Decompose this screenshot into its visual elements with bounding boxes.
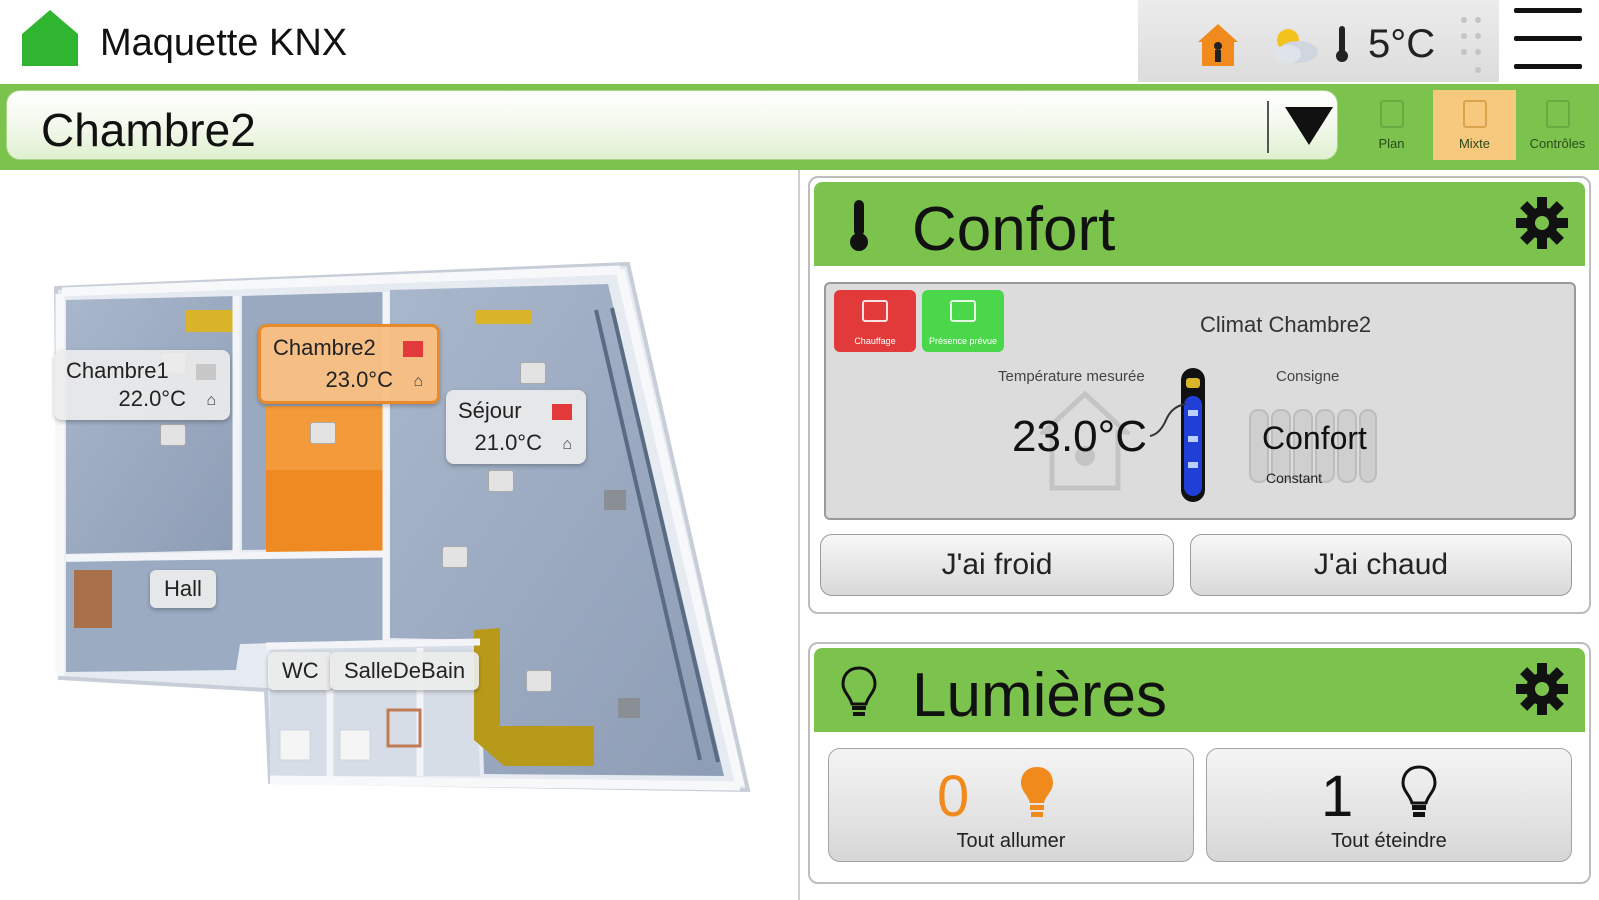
lights-off-count: 1 bbox=[1321, 764, 1354, 829]
presence-icon bbox=[950, 300, 976, 322]
cold-button[interactable]: J'ai froid bbox=[820, 534, 1174, 596]
room-tag-salle-de-bain[interactable]: SalleDeBain bbox=[330, 652, 480, 690]
app-title: Maquette KNX bbox=[100, 22, 348, 64]
measured-temperature-value: 23.0°C bbox=[1012, 412, 1148, 461]
menu-bar-icon bbox=[1514, 8, 1582, 13]
lumieres-title: Lumières bbox=[912, 661, 1167, 730]
menu-bar-icon bbox=[1514, 36, 1582, 41]
top-bar: Maquette KNX 5°C bbox=[0, 0, 1599, 86]
light-switch-sejour-a[interactable] bbox=[520, 362, 546, 384]
mode-label: Présence prévue bbox=[928, 336, 998, 346]
tab-label: Plan bbox=[1378, 136, 1405, 151]
heating-status-indicator bbox=[552, 404, 572, 420]
light-bulb-icon bbox=[841, 666, 877, 716]
lumieres-header: Lumières bbox=[814, 648, 1585, 732]
room-selector-row: Chambre2 Plan Mixte Contrôles bbox=[0, 84, 1599, 170]
presence-mode-button[interactable]: Présence prévue bbox=[922, 290, 1004, 352]
setpoint-value: Confort bbox=[1262, 420, 1367, 456]
home-mode-icon: ⌂ bbox=[413, 373, 423, 390]
home-logo-icon[interactable] bbox=[20, 8, 80, 68]
hamburger-menu-button[interactable] bbox=[1508, 4, 1588, 76]
confort-widget: Confort Chauffage Présence prévue Climat… bbox=[808, 176, 1591, 614]
room-tag-temperature: 21.0°C bbox=[474, 430, 542, 455]
light-switch-sejour-b[interactable] bbox=[488, 470, 514, 492]
room-tag-sejour[interactable]: Séjour 21.0°C ⌂ bbox=[446, 390, 586, 464]
heating-mode-button[interactable]: Chauffage bbox=[834, 290, 916, 352]
floor-plan-3d[interactable] bbox=[0, 170, 800, 900]
light-switch-sejour-d[interactable] bbox=[526, 670, 552, 692]
floor-plan-panel: Chambre1 22.0°C ⌂ Chambre2 23.0°C ⌂ Séjo… bbox=[0, 170, 800, 900]
home-mode-icon: ⌂ bbox=[562, 436, 572, 453]
weather-icon[interactable] bbox=[1268, 22, 1320, 68]
mode-label: Chauffage bbox=[854, 336, 896, 346]
lights-on-count: 0 bbox=[937, 764, 970, 829]
room-tag-name: Chambre2 bbox=[273, 335, 376, 360]
room-tag-temperature: 22.0°C bbox=[118, 386, 186, 411]
light-switch-chambre1-b[interactable] bbox=[160, 424, 186, 446]
radiator-icon bbox=[862, 300, 888, 322]
hot-button[interactable]: J'ai chaud bbox=[1190, 534, 1572, 596]
tab-plan[interactable]: Plan bbox=[1350, 90, 1433, 160]
room-tag-chambre1[interactable]: Chambre1 22.0°C ⌂ bbox=[54, 350, 230, 420]
light-switch-chambre2[interactable] bbox=[310, 422, 336, 444]
all-lights-on-label: Tout allumer bbox=[956, 830, 1066, 852]
plan-view-icon bbox=[1380, 100, 1404, 128]
room-tag-name: Séjour bbox=[458, 398, 522, 423]
menu-bar-icon bbox=[1514, 64, 1582, 69]
outside-temperature: 5°C bbox=[1368, 22, 1436, 66]
dropdown-divider bbox=[1267, 101, 1269, 153]
settings-gear-icon[interactable] bbox=[1515, 196, 1569, 250]
room-tag-hall[interactable]: Hall bbox=[150, 570, 216, 608]
thermometer-icon bbox=[1336, 26, 1348, 62]
climat-panel[interactable]: Chauffage Présence prévue Climat Chambre… bbox=[824, 282, 1576, 520]
selected-room-name: Chambre2 bbox=[41, 104, 256, 156]
mixed-view-icon bbox=[1463, 100, 1487, 128]
tab-mixte[interactable]: Mixte bbox=[1433, 90, 1516, 160]
lumieres-widget: Lumières 0 Tout allumer 1 Tout éteindre bbox=[808, 642, 1591, 884]
climat-name: Climat Chambre2 bbox=[1200, 312, 1372, 337]
heating-status-indicator bbox=[196, 364, 216, 380]
room-tag-chambre2[interactable]: Chambre2 23.0°C ⌂ bbox=[258, 324, 440, 404]
room-dropdown[interactable]: Chambre2 bbox=[6, 90, 1338, 160]
indicator-line bbox=[1149, 403, 1187, 437]
room-tag-name: Chambre1 bbox=[66, 358, 169, 383]
all-lights-on-button[interactable]: 0 Tout allumer bbox=[828, 748, 1194, 862]
tab-label: Contrôles bbox=[1529, 136, 1586, 151]
thermometer-icon bbox=[850, 200, 868, 251]
status-zone: 5°C bbox=[1138, 0, 1499, 82]
home-mode-icon: ⌂ bbox=[206, 392, 216, 409]
dropdown-arrow-icon[interactable] bbox=[1285, 107, 1333, 145]
heating-status-indicator bbox=[403, 341, 423, 357]
setpoint-mode: Constant bbox=[1266, 470, 1323, 486]
controls-view-icon bbox=[1546, 100, 1570, 128]
settings-gear-icon[interactable] bbox=[1515, 662, 1569, 716]
room-tag-temperature: 23.0°C bbox=[325, 367, 393, 392]
confort-header: Confort bbox=[814, 182, 1585, 266]
house-presence-icon[interactable] bbox=[1196, 22, 1240, 68]
signal-dots-icon bbox=[1461, 17, 1481, 73]
light-bulb-on-icon bbox=[1021, 767, 1053, 817]
measured-temperature-label: Température mesurée bbox=[998, 368, 1145, 385]
view-tabs: Plan Mixte Contrôles bbox=[1350, 90, 1599, 160]
confort-title: Confort bbox=[912, 195, 1116, 264]
all-lights-off-label: Tout éteindre bbox=[1331, 830, 1447, 852]
light-switch-sejour-c[interactable] bbox=[442, 546, 468, 568]
tab-controles[interactable]: Contrôles bbox=[1516, 90, 1599, 160]
room-tag-wc[interactable]: WC bbox=[268, 652, 333, 690]
light-bulb-off-icon bbox=[1401, 765, 1437, 817]
all-lights-off-button[interactable]: 1 Tout éteindre bbox=[1206, 748, 1572, 862]
tab-label: Mixte bbox=[1458, 136, 1491, 151]
setpoint-label: Consigne bbox=[1276, 368, 1340, 385]
